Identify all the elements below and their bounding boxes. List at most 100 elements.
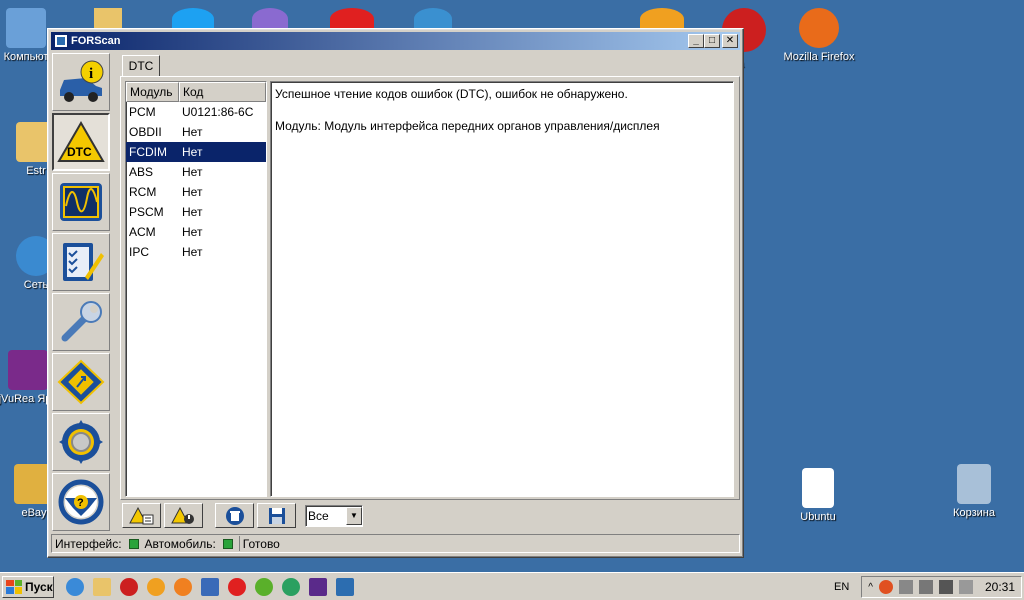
save-button[interactable] bbox=[257, 503, 296, 528]
skype-icon[interactable] bbox=[172, 8, 214, 30]
network-icon[interactable] bbox=[938, 580, 953, 594]
column-header-module[interactable]: Модуль bbox=[126, 82, 179, 102]
sidebar-item-service[interactable] bbox=[52, 293, 110, 351]
link-app-icon[interactable] bbox=[174, 577, 192, 596]
sidebar-item-connect[interactable]: ? bbox=[52, 473, 110, 531]
chip-icon bbox=[57, 359, 105, 405]
gear-icon bbox=[59, 420, 103, 464]
clock[interactable]: 20:31 bbox=[985, 580, 1015, 594]
chevron-up-icon[interactable]: ^ bbox=[868, 582, 873, 593]
system-tray: EN ^ 20:31 bbox=[834, 576, 1022, 598]
car-info-icon: i bbox=[60, 60, 104, 102]
windows-flag-icon bbox=[6, 579, 22, 594]
sidebar-item-configuration[interactable] bbox=[52, 353, 110, 411]
table-row[interactable]: ACM Нет bbox=[126, 222, 266, 242]
opera-icon[interactable] bbox=[120, 577, 138, 596]
delete-button[interactable] bbox=[215, 503, 254, 528]
sidebar-item-settings[interactable] bbox=[52, 413, 110, 471]
table-row[interactable]: ABS Нет bbox=[126, 162, 266, 182]
cell-code: Нет bbox=[182, 125, 203, 139]
utorrent-icon[interactable] bbox=[255, 577, 273, 596]
language-indicator[interactable]: EN bbox=[834, 581, 849, 593]
car-status-led-icon bbox=[222, 538, 233, 549]
antivirus-icon[interactable] bbox=[878, 580, 893, 594]
sidebar-item-dtc[interactable]: DTC bbox=[52, 113, 110, 171]
cell-module: ABS bbox=[129, 165, 154, 179]
ie-icon[interactable] bbox=[66, 577, 84, 596]
chrome-icon[interactable] bbox=[147, 577, 165, 596]
cell-code: Нет bbox=[182, 245, 203, 259]
sidebar-item-info[interactable]: i bbox=[52, 53, 110, 111]
steering-wheel-icon: ? bbox=[58, 479, 104, 525]
chevron-down-icon[interactable]: ▼ bbox=[346, 506, 362, 525]
chrome-icon[interactable] bbox=[282, 577, 300, 596]
table-row[interactable]: PSCM Нет bbox=[126, 202, 266, 222]
notification-icon[interactable] bbox=[958, 580, 973, 594]
sidebar-item-tests[interactable] bbox=[52, 233, 110, 291]
battery-icon[interactable] bbox=[898, 580, 913, 594]
folder-icon[interactable] bbox=[94, 8, 122, 30]
computer-icon bbox=[6, 8, 46, 48]
refresh-icon[interactable] bbox=[414, 8, 452, 30]
taskbar: Пуск EN ^ 20:31 bbox=[0, 572, 1024, 600]
explorer-icon[interactable] bbox=[93, 577, 111, 596]
oscilloscope-icon bbox=[60, 183, 102, 221]
cell-module: IPC bbox=[129, 245, 150, 259]
cell-module: PCM bbox=[129, 105, 156, 119]
yandex-icon[interactable] bbox=[228, 577, 246, 596]
dtc-warning-icon: DTC bbox=[57, 121, 105, 162]
volume-icon[interactable] bbox=[918, 580, 933, 594]
svg-text:DTC: DTC bbox=[67, 145, 92, 159]
yandex-icon[interactable] bbox=[330, 8, 374, 30]
desktop-icon-recycle-bin[interactable]: Корзина bbox=[936, 464, 1012, 519]
chrome-icon[interactable] bbox=[640, 8, 684, 30]
column-header-code[interactable]: Код bbox=[179, 82, 266, 102]
table-row-selected[interactable]: FCDIM Нет bbox=[126, 142, 266, 162]
interface-status-led-icon bbox=[128, 538, 139, 549]
desktop-icon-firefox[interactable]: Mozilla Firefox bbox=[781, 8, 857, 63]
cell-code: Нет bbox=[182, 145, 203, 159]
dtc-filter-select[interactable]: Все ▼ bbox=[305, 504, 363, 527]
svg-text:?: ? bbox=[77, 497, 84, 509]
desktop-icon-ubuntu[interactable]: Ubuntu bbox=[780, 468, 856, 523]
quick-launch bbox=[66, 577, 354, 596]
maximize-button[interactable]: □ bbox=[704, 34, 720, 48]
minimize-button[interactable]: _ bbox=[688, 34, 704, 48]
table-row[interactable]: RCM Нет bbox=[126, 182, 266, 202]
car-label: Автомобиль: bbox=[144, 536, 216, 551]
forscan-window: FORScan _ □ ✕ i DTC ? DTC Модуль Код PCM… bbox=[47, 28, 744, 558]
close-button[interactable]: ✕ bbox=[722, 34, 738, 48]
save-app-icon[interactable] bbox=[309, 577, 327, 596]
cell-module: FCDIM bbox=[129, 145, 167, 159]
sidebar-item-oscilloscope[interactable] bbox=[52, 173, 110, 231]
cell-code: Нет bbox=[182, 185, 203, 199]
dtc-toolbar: Все ▼ bbox=[122, 502, 363, 529]
start-button[interactable]: Пуск bbox=[2, 575, 54, 598]
read-dtc-button[interactable] bbox=[122, 503, 161, 528]
interface-label: Интерфейс: bbox=[55, 536, 122, 551]
tab-dtc[interactable]: DTC bbox=[122, 55, 160, 77]
checklist-icon bbox=[63, 243, 104, 281]
clear-dtc-button[interactable] bbox=[164, 503, 203, 528]
dtc-table: Модуль Код PCM U0121:86-6C OBDII Нет FCD… bbox=[125, 81, 267, 497]
firefox-icon bbox=[799, 8, 839, 48]
wrench-icon bbox=[61, 301, 102, 342]
window-controls: _ □ ✕ bbox=[688, 34, 738, 48]
start-label: Пуск bbox=[25, 579, 53, 594]
table-row[interactable]: IPC Нет bbox=[126, 242, 266, 262]
table-row[interactable]: PCM U0121:86-6C bbox=[126, 102, 266, 122]
clear-dtc-icon bbox=[170, 506, 194, 524]
forscan-taskbar-icon[interactable] bbox=[336, 577, 354, 596]
delete-icon bbox=[225, 506, 244, 525]
status-bar: Интерфейс: Автомобиль: Готово bbox=[51, 534, 740, 553]
cell-code: Нет bbox=[182, 205, 203, 219]
title-bar[interactable]: FORScan _ □ ✕ bbox=[51, 32, 740, 50]
cell-module: RCM bbox=[129, 185, 157, 199]
save-icon bbox=[268, 507, 285, 524]
table-row[interactable]: OBDII Нет bbox=[126, 122, 266, 142]
word-icon[interactable] bbox=[201, 577, 219, 596]
app-icon[interactable] bbox=[252, 8, 288, 30]
forscan-app-icon bbox=[54, 34, 68, 48]
cell-module: ACM bbox=[129, 225, 156, 239]
dtc-message-panel[interactable]: Успешное чтение кодов ошибок (DTC), ошиб… bbox=[270, 81, 734, 497]
